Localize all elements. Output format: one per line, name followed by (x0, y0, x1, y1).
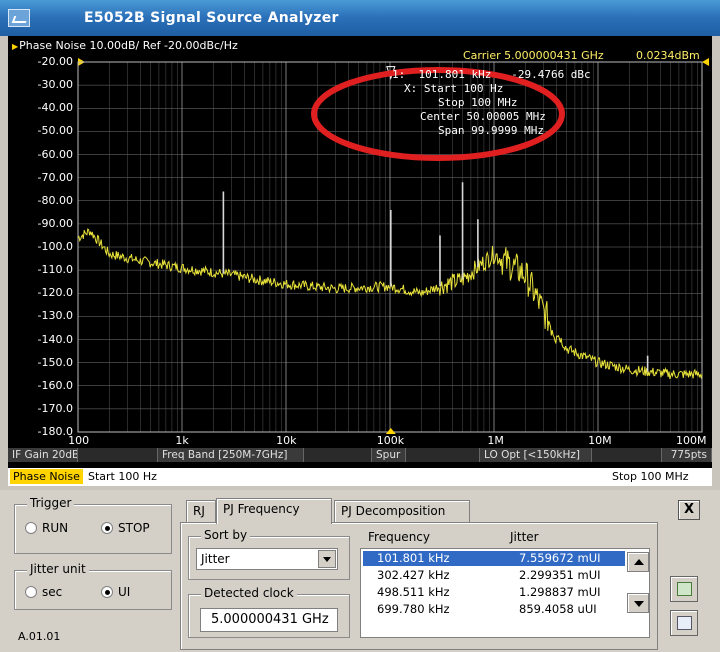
list-item[interactable]: 498.511 kHz 1.298837 mUI (363, 585, 625, 600)
window-icon (677, 616, 692, 630)
detected-clock-field: 5.000000431 GHz (200, 608, 338, 632)
y-tick-label: -120.0 (37, 286, 73, 300)
x-tick-label: 100M (676, 434, 707, 447)
scroll-down-icon[interactable] (627, 593, 649, 613)
list-item[interactable]: 699.780 kHz 859.4058 uUI (363, 602, 625, 617)
title-bar: E5052B Signal Source Analyzer (0, 0, 720, 36)
measurement-tag[interactable]: Phase Noise (10, 469, 83, 484)
y-tick-label: -180.0 (37, 425, 73, 438)
sort-by-label: Sort by (201, 528, 251, 542)
stop-frequency[interactable]: Stop 100 MHz (612, 470, 689, 483)
marker-stop: Stop 100 MHz (438, 96, 518, 109)
y-tick-label: -170.0 (37, 401, 73, 415)
y-tick-label: -30.00 (37, 78, 73, 92)
status-lo-opt: LO Opt [<150kHz] (480, 448, 592, 462)
sort-by-value: Jitter (201, 552, 230, 566)
chevron-down-icon[interactable] (318, 550, 336, 568)
app-icon (8, 9, 30, 27)
row-jitter: 2.299351 mUI (519, 568, 601, 582)
status-spacer (406, 448, 480, 462)
marker-center: Center 50.00005 MHz (420, 110, 546, 123)
y-tick-label: -20.00 (37, 55, 73, 68)
window-title: E5052B Signal Source Analyzer (84, 10, 339, 26)
status-spacer (304, 448, 372, 462)
tab-pj-frequency[interactable]: PJ Frequency (216, 498, 332, 524)
status-spacer (592, 448, 662, 462)
status-spur: Spur (372, 448, 406, 462)
status-points: 775pts (662, 448, 712, 462)
x-tick-label: 10M (588, 434, 612, 447)
row-frequency: 498.511 kHz (377, 585, 450, 599)
y-tick-label: -80.00 (37, 193, 73, 207)
phase-noise-graph[interactable]: Phase Noise 10.00dB/ Ref -20.00dBc/Hz Ca… (8, 36, 712, 486)
sort-by-select[interactable]: Jitter (196, 548, 338, 570)
x-tick-label: 10k (276, 434, 297, 447)
ui-radio[interactable]: UI (101, 585, 130, 599)
plot-area (77, 61, 703, 434)
sec-radio[interactable]: sec (25, 585, 62, 599)
y-tick-label: -90.00 (37, 216, 73, 230)
tab-rj[interactable]: RJ (186, 500, 216, 522)
detected-clock-label: Detected clock (201, 586, 297, 600)
status-freq-band: Freq Band [250M-7GHz] (158, 448, 304, 462)
y-tick-label: -100.0 (37, 240, 73, 253)
stop-label: STOP (118, 521, 150, 535)
status-bar: IF Gain 20dB Freq Band [250M-7GHz] Spur … (8, 448, 712, 462)
run-label: RUN (42, 521, 69, 535)
stimulus-bar: Phase Noise Start 100 Hz Stop 100 MHz (8, 468, 712, 486)
x-tick-label: 1M (487, 434, 504, 447)
refresh-icon (677, 582, 692, 596)
run-radio[interactable]: RUN (25, 521, 68, 535)
x-tick-label: 1k (175, 434, 189, 447)
jitter-unit-label: Jitter unit (27, 562, 89, 576)
row-jitter: 7.559672 mUI (519, 551, 601, 565)
y-tick-label: -110.0 (37, 263, 73, 277)
y-tick-label: -150.0 (37, 355, 73, 369)
stop-radio[interactable]: STOP (101, 521, 150, 535)
radio-icon (25, 522, 37, 534)
y-tick-label: -140.0 (37, 332, 73, 346)
column-jitter: Jitter (510, 530, 539, 544)
jitter-unit-group: Jitter unit sec UI (14, 562, 172, 610)
row-jitter: 859.4058 uUI (519, 602, 597, 616)
y-tick-label: -70.00 (37, 170, 73, 184)
y-tick-label: -50.00 (37, 124, 73, 138)
y-tick-label: -160.0 (37, 378, 73, 392)
marker-span: Span 99.9999 MHz (438, 124, 544, 137)
y-tick-label: -60.00 (37, 147, 73, 161)
column-frequency: Frequency (368, 530, 430, 544)
list-item[interactable]: 101.801 kHz 7.559672 mUI (363, 551, 625, 566)
radio-selected-icon (101, 522, 113, 534)
close-button[interactable]: X (678, 500, 700, 520)
radio-selected-icon (101, 586, 113, 598)
scroll-up-icon[interactable] (627, 552, 649, 572)
row-jitter: 1.298837 mUI (519, 585, 601, 599)
status-spacer (78, 448, 158, 462)
list-item[interactable]: 302.427 kHz 2.299351 mUI (363, 568, 625, 583)
row-frequency: 699.780 kHz (377, 602, 450, 616)
row-frequency: 101.801 kHz (377, 551, 450, 565)
y-tick-label: -130.0 (37, 309, 73, 323)
marker-start: X: Start 100 Hz (404, 82, 504, 95)
start-frequency[interactable]: Start 100 Hz (88, 470, 157, 483)
tab-pj-decomposition[interactable]: PJ Decomposition (334, 500, 470, 522)
status-if-gain: IF Gain 20dB (8, 448, 78, 462)
refresh-button[interactable] (670, 576, 698, 602)
version-label: A.01.01 (18, 630, 61, 643)
sec-label: sec (42, 585, 63, 599)
row-frequency: 302.427 kHz (377, 568, 450, 582)
window-button[interactable] (670, 610, 698, 636)
spur-list[interactable]: 101.801 kHz 7.559672 mUI 302.427 kHz 2.2… (360, 548, 650, 638)
trigger-label: Trigger (27, 496, 75, 510)
radio-icon (25, 586, 37, 598)
marker-readout: 1: 101.801 kHz -29.4766 dBc (392, 68, 591, 81)
y-tick-label: -40.00 (37, 101, 73, 115)
x-tick-label: 100k (376, 434, 405, 447)
trigger-group: Trigger RUN STOP (14, 496, 172, 554)
x-tick-label: 100 (68, 434, 90, 447)
ui-label: UI (118, 585, 131, 599)
jitter-panel: Trigger RUN STOP Jitter unit sec UI A.01… (0, 490, 720, 652)
